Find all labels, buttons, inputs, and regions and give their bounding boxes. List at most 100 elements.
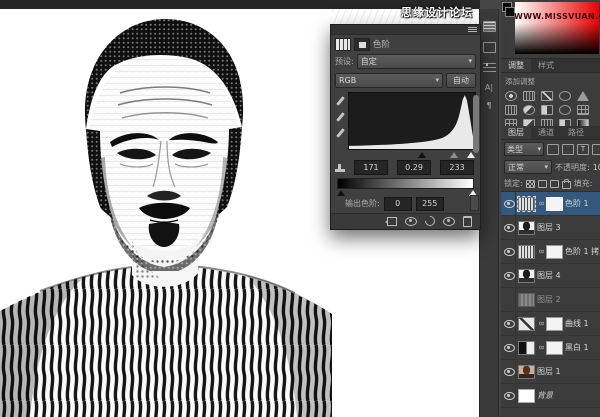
curves-icon[interactable] [541,91,553,101]
midtone-input-slider[interactable] [450,152,458,158]
layer-mask-thumbnail[interactable] [546,197,563,211]
filter-shape-layers-icon[interactable] [592,144,600,155]
adjustment-thumbnail[interactable] [518,317,535,331]
layer-row[interactable]: 图层 4 [501,264,600,288]
tab-styles[interactable]: 样式 [531,59,561,72]
layer-name[interactable]: 图层 1 [537,366,561,377]
brightness-contrast-icon[interactable] [505,91,517,101]
color-picker-field[interactable] [515,2,599,54]
scrollbar-buttons[interactable] [470,195,479,211]
foreground-background-swatches[interactable] [502,2,514,16]
layer-row[interactable]: 8 色阶 1 拷贝 [501,240,600,264]
visibility-toggle[interactable] [503,336,516,359]
tab-layers[interactable]: 图层 [501,126,531,139]
delete-adjustment-icon[interactable] [463,216,472,227]
properties-panel-header[interactable] [331,25,480,35]
output-shadow-value[interactable]: 0 [384,197,412,211]
layer-thumbnail[interactable] [518,269,535,283]
black-point-eyedropper-icon[interactable] [336,96,345,106]
photo-filter-icon[interactable] [559,105,571,115]
chevron-down-icon: ▾ [537,145,541,153]
lock-pixels-icon[interactable] [538,180,547,188]
filter-type-layers-icon[interactable]: T [577,144,589,155]
layer-name[interactable]: 黑白 1 [565,342,589,353]
visibility-toggle[interactable] [503,240,516,263]
white-point-eyedropper-icon[interactable] [336,128,345,138]
toggle-visibility-icon[interactable] [443,217,455,226]
properties-panel-icon[interactable] [483,21,496,32]
adjustment-thumbnail[interactable] [518,245,535,259]
layer-row[interactable]: 8 黑白 1 [501,336,600,360]
channel-mixer-icon[interactable] [577,105,589,115]
layer-name[interactable]: 图层 4 [537,270,561,281]
output-highlight-value[interactable]: 255 [416,197,444,211]
exposure-icon[interactable] [559,91,571,101]
lock-all-icon[interactable] [562,181,571,189]
character-panel-icon[interactable]: A| [485,84,493,92]
layer-thumbnail[interactable] [518,293,535,307]
opacity-value[interactable]: 100% [593,163,600,172]
midtone-input-value[interactable]: 0.29 [397,160,431,175]
color-balance-icon[interactable] [523,105,535,115]
paragraph-panel-icon[interactable]: ¶ [486,102,491,110]
layer-name[interactable]: 图层 3 [537,222,561,233]
visibility-toggle[interactable] [503,264,516,287]
visibility-toggle[interactable] [503,288,516,311]
adjustment-thumbnail[interactable] [518,341,535,355]
layer-filter-dropdown[interactable]: 类型 ▾ [504,142,544,156]
layer-name[interactable]: 曲线 1 [565,318,589,329]
blend-mode-dropdown[interactable]: 正常 ▾ [504,160,552,174]
layer-list: 8 色阶 1 图层 3 8 色阶 1 拷贝 [501,191,600,408]
layer-row[interactable]: 图层 2 [501,288,600,312]
layer-name[interactable]: 色阶 1 [565,198,589,209]
layer-thumbnail[interactable] [518,221,535,235]
tab-channels[interactable]: 通道 [531,126,561,139]
visibility-toggle[interactable] [503,192,516,215]
filter-adjustment-layers-icon[interactable] [562,144,574,155]
layer-row[interactable]: 图层 3 [501,216,600,240]
black-white-icon[interactable] [541,105,553,115]
panel-scrollbar[interactable] [473,95,479,153]
layer-name[interactable]: 背景 [537,390,553,401]
filter-pixel-layers-icon[interactable] [547,144,559,155]
layer-row[interactable]: 背景 [501,384,600,408]
layer-name[interactable]: 图层 2 [537,294,561,305]
levels-adjustment-icon[interactable] [335,38,351,51]
visibility-toggle[interactable] [503,384,516,407]
info-panel-icon[interactable] [483,42,496,53]
visibility-toggle[interactable] [503,216,516,239]
visibility-toggle[interactable] [503,312,516,335]
preset-dropdown[interactable]: 自定 ▾ [357,54,476,69]
tab-adjustments[interactable]: 调整 [501,59,531,72]
layer-mask-thumbnail[interactable] [546,341,563,355]
layer-mask-thumbnail[interactable] [546,245,563,259]
histogram-panel-icon[interactable] [483,63,496,74]
auto-button[interactable]: 自动 [446,73,476,88]
highlight-input-value[interactable]: 233 [440,160,474,175]
output-shadow-slider[interactable] [337,190,345,196]
layer-name[interactable]: 色阶 1 拷贝 [565,246,600,257]
layer-thumbnail[interactable] [518,365,535,379]
lock-transparency-icon[interactable] [526,180,535,188]
clip-to-layer-icon[interactable] [387,217,397,226]
view-previous-state-icon[interactable] [405,217,417,226]
vibrance-icon[interactable] [577,91,589,101]
adjustment-thumbnail[interactable] [518,197,535,211]
levels-icon[interactable] [523,91,535,101]
gray-point-eyedropper-icon[interactable] [336,112,345,122]
shadow-input-value[interactable]: 171 [354,160,388,175]
channel-dropdown[interactable]: RGB ▾ [335,73,443,88]
layer-thumbnail[interactable] [518,389,535,403]
panel-menu-icon[interactable] [468,27,477,32]
hue-saturation-icon[interactable] [505,105,517,115]
mask-icon[interactable] [354,38,370,51]
visibility-toggle[interactable] [503,360,516,383]
reset-adjustment-icon[interactable] [423,214,437,228]
layer-row[interactable]: 8 色阶 1 [501,192,600,216]
layer-mask-thumbnail[interactable] [546,317,563,331]
lock-position-icon[interactable] [550,180,559,188]
layer-row[interactable]: 图层 1 [501,360,600,384]
layer-row[interactable]: 8 曲线 1 [501,312,600,336]
tab-paths[interactable]: 路径 [561,126,591,139]
shadow-input-slider[interactable] [418,152,426,158]
